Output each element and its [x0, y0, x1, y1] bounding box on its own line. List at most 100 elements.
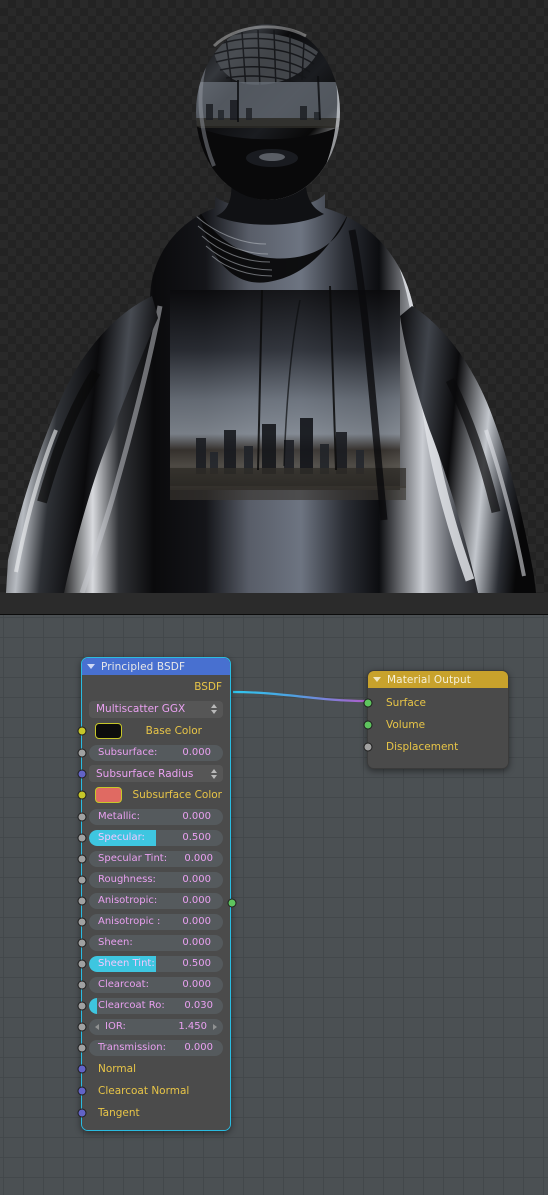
roughness-value: 0.000: [182, 874, 211, 885]
metallic-value: 0.000: [182, 811, 211, 822]
node-output-body: Surface Volume Displacement: [363, 688, 508, 768]
row-tangent: Tangent: [77, 1102, 230, 1124]
anisotropic-label: Anisotropic:: [98, 895, 158, 906]
roughness-label: Roughness:: [98, 874, 156, 885]
socket-surface[interactable]: [363, 698, 373, 708]
socket-sheen[interactable]: [77, 938, 87, 947]
socket-displacement[interactable]: [363, 742, 373, 752]
specular-tint-value: 0.000: [184, 853, 213, 864]
socket-specular[interactable]: [77, 833, 87, 842]
sheen-tint-slider[interactable]: Sheen Tint: 0.500: [89, 955, 223, 972]
socket-base-color[interactable]: [77, 726, 87, 736]
row-volume: Volume: [363, 714, 508, 736]
sheen-slider[interactable]: Sheen: 0.000: [89, 934, 223, 951]
link-bsdf-to-surface: [232, 690, 368, 703]
socket-clearcoat-roughness[interactable]: [77, 1001, 87, 1010]
socket-anisotropic[interactable]: [77, 896, 87, 905]
socket-subsurface-color[interactable]: [77, 790, 87, 800]
distribution-dropdown[interactable]: Multiscatter GGX: [89, 700, 223, 718]
socket-clearcoat-normal[interactable]: [77, 1086, 87, 1096]
specular-label: Specular:: [98, 832, 145, 843]
volume-label: Volume: [386, 719, 426, 731]
metallic-slider[interactable]: Metallic: 0.000: [89, 808, 223, 825]
editor-area-separator: [0, 593, 548, 615]
shader-node-editor[interactable]: Principled BSDF BSDF Multiscatter GGX Ba…: [0, 615, 548, 1195]
clearcoat-roughness-slider[interactable]: Clearcoat Ro: 0.030: [89, 997, 223, 1014]
row-transmission: Transmission: 0.000: [77, 1037, 230, 1058]
clearcoat-slider[interactable]: Clearcoat: 0.000: [89, 976, 223, 993]
clearcoat-roughness-label: Clearcoat Ro:: [98, 1000, 165, 1011]
transmission-value: 0.000: [184, 1042, 213, 1053]
socket-volume[interactable]: [363, 720, 373, 730]
row-displacement: Displacement: [363, 736, 508, 758]
radius-spinner-icon: [211, 768, 217, 779]
row-normal: Normal: [77, 1058, 230, 1080]
displacement-label: Displacement: [386, 741, 459, 753]
subsurface-value: 0.000: [182, 747, 211, 758]
rendered-mannequin-figure: [6, 24, 536, 593]
subsurface-radius-field[interactable]: Subsurface Radius: [89, 765, 223, 782]
subsurface-slider[interactable]: Subsurface: 0.000: [89, 744, 223, 761]
transmission-slider[interactable]: Transmission: 0.000: [89, 1039, 223, 1056]
row-clearcoat-normal: Clearcoat Normal: [77, 1080, 230, 1102]
base-color-swatch[interactable]: [95, 723, 122, 739]
anisotropic-rotation-value: 0.000: [182, 916, 211, 927]
socket-subsurface[interactable]: [77, 748, 87, 757]
socket-ior[interactable]: [77, 1022, 87, 1031]
anisotropic-slider[interactable]: Anisotropic: 0.000: [89, 892, 223, 909]
row-sheen: Sheen: 0.000: [77, 932, 230, 953]
row-clearcoat-roughness: Clearcoat Ro: 0.030: [77, 995, 230, 1016]
render-preview-viewport[interactable]: [0, 0, 548, 593]
subsurface-label: Subsurface:: [98, 747, 158, 758]
subsurface-radius-label: Subsurface Radius: [96, 767, 194, 780]
node-material-output[interactable]: Material Output Surface Volume Displacem…: [363, 670, 509, 769]
socket-sheen-tint[interactable]: [77, 959, 87, 968]
socket-specular-tint[interactable]: [77, 854, 87, 863]
row-base-color: Base Color: [77, 720, 230, 742]
socket-normal[interactable]: [77, 1064, 87, 1074]
clearcoat-value: 0.000: [182, 979, 211, 990]
tangent-label: Tangent: [98, 1107, 140, 1119]
row-subsurface-color: Subsurface Color: [77, 784, 230, 806]
row-anisotropic-rotation: Anisotropic : 0.000: [77, 911, 230, 932]
sheen-tint-value: 0.500: [182, 958, 211, 969]
row-surface: Surface: [363, 692, 508, 714]
normal-label: Normal: [98, 1063, 136, 1075]
ior-value: 1.450: [178, 1021, 207, 1032]
anisotropic-value: 0.000: [182, 895, 211, 906]
socket-roughness[interactable]: [77, 875, 87, 884]
row-ior: IOR: 1.450: [77, 1016, 230, 1037]
subsurface-color-swatch[interactable]: [95, 787, 122, 803]
sheen-label: Sheen:: [98, 937, 133, 948]
ior-number-field[interactable]: IOR: 1.450: [89, 1018, 223, 1035]
specular-tint-slider[interactable]: Specular Tint: 0.000: [89, 850, 223, 867]
row-clearcoat: Clearcoat: 0.000: [77, 974, 230, 995]
row-subsurface-radius: Subsurface Radius: [77, 763, 230, 784]
socket-clearcoat[interactable]: [77, 980, 87, 989]
socket-subsurface-radius[interactable]: [77, 769, 87, 778]
surface-label: Surface: [386, 697, 427, 709]
socket-metallic[interactable]: [77, 812, 87, 821]
metallic-label: Metallic:: [98, 811, 141, 822]
row-sheen-tint: Sheen Tint: 0.500: [77, 953, 230, 974]
specular-value: 0.500: [182, 832, 211, 843]
dropdown-spinner-icon: [211, 704, 217, 714]
output-row-bsdf: BSDF: [82, 675, 237, 907]
collapse-triangle-icon[interactable]: [373, 677, 381, 682]
node-principled-body: BSDF Multiscatter GGX Base Color Subsurf…: [77, 675, 237, 1130]
node-output-header[interactable]: Material Output: [368, 671, 508, 688]
node-principled-header[interactable]: Principled BSDF: [82, 658, 230, 675]
row-subsurface: Subsurface: 0.000: [77, 742, 230, 763]
socket-anisotropic-rotation[interactable]: [77, 917, 87, 926]
anisotropic-rotation-slider[interactable]: Anisotropic : 0.000: [89, 913, 223, 930]
roughness-slider[interactable]: Roughness: 0.000: [89, 871, 223, 888]
collapse-triangle-icon[interactable]: [87, 664, 95, 669]
clearcoat-label: Clearcoat:: [98, 979, 149, 990]
row-distribution: Multiscatter GGX: [82, 698, 230, 720]
anisotropic-rotation-label: Anisotropic :: [98, 916, 161, 927]
socket-transmission[interactable]: [77, 1043, 87, 1052]
transmission-label: Transmission:: [98, 1042, 166, 1053]
node-principled-bsdf[interactable]: Principled BSDF BSDF Multiscatter GGX Ba…: [77, 657, 237, 1131]
socket-tangent[interactable]: [77, 1108, 87, 1118]
specular-slider[interactable]: Specular: 0.500: [89, 829, 223, 846]
